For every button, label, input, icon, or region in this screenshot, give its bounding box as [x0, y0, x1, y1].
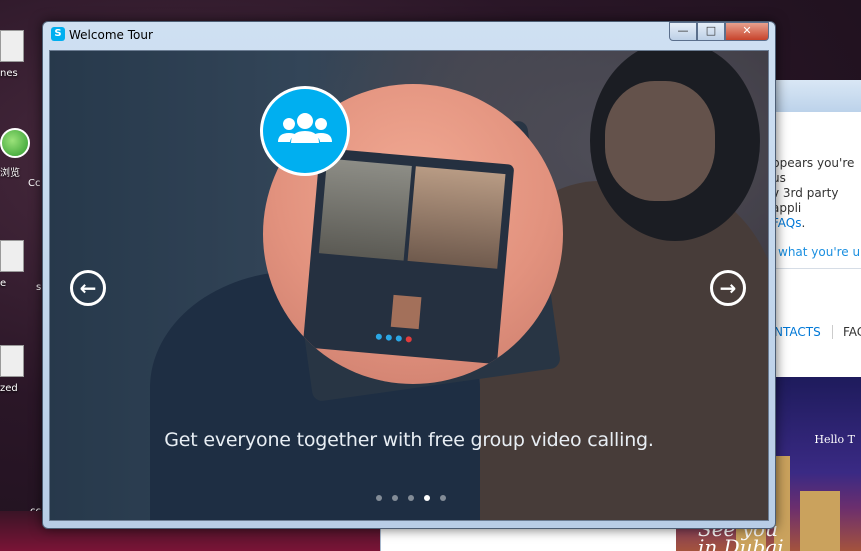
tour-slide: ← → Get everyone together with free grou… — [49, 50, 769, 521]
divider — [776, 268, 861, 269]
desktop-label: s — [36, 282, 42, 293]
welcome-tour-window[interactable]: S Welcome Tour — □ ✕ ← → Get everyone to… — [42, 21, 776, 529]
previous-slide-button[interactable]: ← — [70, 270, 106, 306]
desktop-icon[interactable]: zed — [0, 345, 44, 394]
pagination-dot[interactable] — [392, 495, 398, 501]
close-button[interactable]: ✕ — [725, 22, 769, 41]
desktop-icon-label: 浏览 — [0, 168, 20, 179]
video-feed — [318, 158, 412, 261]
desktop-icon[interactable]: nes — [0, 30, 44, 79]
video-call-screen — [302, 147, 515, 365]
group-contacts-icon — [260, 86, 350, 176]
maximize-button[interactable]: □ — [697, 22, 725, 41]
file-icon — [0, 345, 24, 377]
slide-pagination — [376, 495, 446, 501]
window-controls: — □ ✕ — [669, 22, 769, 41]
slide-caption: Get everyone together with free group vi… — [164, 429, 654, 451]
file-icon — [0, 30, 24, 62]
tab-contacts[interactable]: NTACTS — [774, 325, 821, 339]
desktop-icon-label: nes — [0, 68, 18, 79]
desktop-icon[interactable]: 浏览 — [0, 128, 44, 179]
tab-faq[interactable]: FAC — [832, 325, 861, 339]
notice-line: ppears you're us — [772, 156, 855, 185]
next-slide-button[interactable]: → — [710, 270, 746, 306]
window-title: Welcome Tour — [69, 28, 153, 42]
notice-line: v 3rd party appli — [772, 186, 839, 215]
call-controls — [375, 333, 412, 343]
notice-suffix: . — [801, 216, 806, 230]
faq-link[interactable]: FAQs — [772, 216, 802, 230]
browser-search-field[interactable]: what you're up — [778, 245, 861, 259]
minimize-button[interactable]: — — [669, 22, 697, 41]
browser-icon — [0, 128, 30, 158]
self-view-thumbnail — [390, 294, 422, 330]
desktop-label: Cc — [28, 178, 41, 189]
video-feed — [407, 166, 506, 269]
desktop-icon-label: zed — [0, 383, 18, 394]
ad-building — [800, 491, 840, 551]
skype-logo-icon: S — [51, 27, 65, 41]
pagination-dot[interactable] — [440, 495, 446, 501]
pagination-dot[interactable] — [424, 495, 430, 501]
pagination-dot[interactable] — [408, 495, 414, 501]
desktop-icon-label: e — [0, 278, 7, 289]
file-icon — [0, 240, 24, 272]
browser-notice: ppears you're us v 3rd party appli FAQs. — [772, 156, 861, 231]
pagination-dot[interactable] — [376, 495, 382, 501]
ad-title: Hello T — [814, 433, 855, 446]
